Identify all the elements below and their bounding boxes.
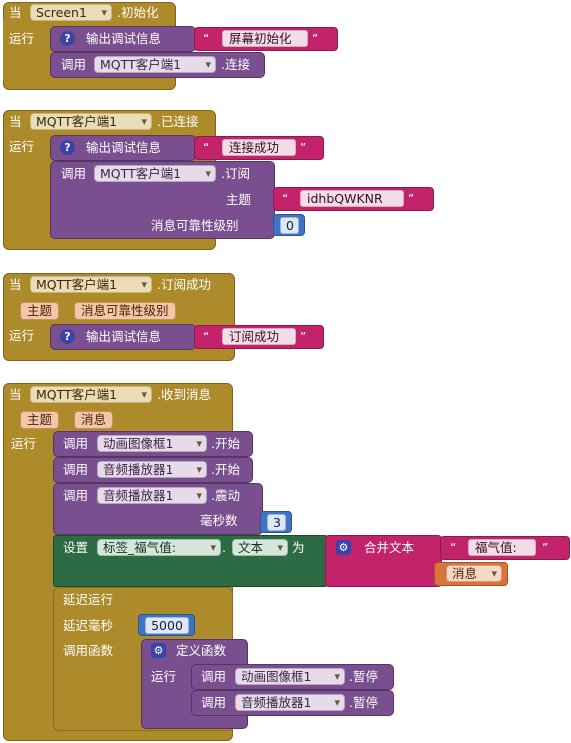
string-value[interactable]: 订阅成功 <box>222 328 296 345</box>
close-quote-icon: ” <box>300 141 307 155</box>
component-dropdown-mqtt[interactable]: MQTT客户端1 <box>30 386 152 403</box>
param-topic[interactable]: 主题 <box>20 302 60 320</box>
print-debug-label: 输出调试信息 <box>86 329 162 344</box>
qos-number-value[interactable]: 0 <box>280 217 299 234</box>
event-name: .已连接 <box>157 114 199 129</box>
topic-string-value[interactable]: idhbQWKNR <box>300 190 404 207</box>
open-quote-icon: “ <box>282 192 289 206</box>
open-quote-icon: “ <box>203 141 210 155</box>
inner-do-label: 运行 <box>151 669 177 684</box>
open-quote-icon: “ <box>203 330 210 344</box>
qos-arg-label: 消息可靠性级别 <box>151 218 239 233</box>
call-label: 调用 <box>63 488 89 503</box>
component-dropdown-animation[interactable]: 动画图像框1 <box>97 435 207 452</box>
topic-arg-label: 主题 <box>226 192 252 207</box>
string-value[interactable]: 连接成功 <box>222 139 296 156</box>
component-dropdown-mqtt[interactable]: MQTT客户端1 <box>30 113 152 130</box>
delay-ms-label: 延迟毫秒 <box>63 618 114 633</box>
component-dropdown-label[interactable]: 标签_福气值: <box>97 539 221 556</box>
call-label: 调用 <box>201 695 227 710</box>
do-label: 运行 <box>9 328 35 343</box>
print-debug-label: 输出调试信息 <box>86 31 162 46</box>
delay-number-value[interactable]: 5000 <box>145 617 189 634</box>
help-question-icon[interactable]: ? <box>60 140 75 155</box>
call-label: 调用 <box>61 57 87 72</box>
open-quote-icon: “ <box>203 32 210 46</box>
event-block-screen1-body-pad <box>3 20 48 80</box>
call-label: 调用 <box>63 462 89 477</box>
help-question-icon[interactable]: ? <box>60 329 75 344</box>
do-label: 运行 <box>9 31 35 46</box>
do-label: 运行 <box>11 436 37 451</box>
ms-number-value[interactable]: 3 <box>267 514 286 531</box>
dot-separator: . <box>222 540 226 555</box>
call-label: 调用 <box>63 436 89 451</box>
variable-dropdown-message[interactable]: 消息 <box>446 565 502 582</box>
call-label: 调用 <box>201 669 227 684</box>
event-name: .收到消息 <box>157 387 211 402</box>
component-dropdown-audio[interactable]: 音频播放器1 <box>97 487 207 504</box>
close-quote-icon: ” <box>300 330 307 344</box>
event-name: .订阅成功 <box>157 277 211 292</box>
close-quote-icon: ” <box>542 541 549 555</box>
gear-icon[interactable]: ⚙ <box>151 643 166 658</box>
method-name: .连接 <box>221 57 250 72</box>
component-dropdown-mqtt[interactable]: MQTT客户端1 <box>94 165 216 182</box>
method-name: .震动 <box>211 488 240 503</box>
join-string-value[interactable]: 福气值: <box>468 539 536 556</box>
close-quote-icon: ” <box>408 192 415 206</box>
when-label: 当 <box>9 277 22 292</box>
call-label: 调用 <box>61 166 87 181</box>
property-dropdown-text[interactable]: 文本 <box>232 539 288 556</box>
close-quote-icon: ” <box>312 32 319 46</box>
help-question-icon[interactable]: ? <box>60 31 75 46</box>
when-label: 当 <box>9 387 22 402</box>
print-debug-label: 输出调试信息 <box>86 140 162 155</box>
when-label: 当 <box>9 114 22 129</box>
gear-icon[interactable]: ⚙ <box>336 540 351 555</box>
to-label: 为 <box>292 540 305 555</box>
when-label: 当 <box>9 5 22 20</box>
call-function-label: 调用函数 <box>63 643 114 658</box>
method-name: .订阅 <box>221 166 250 181</box>
delay-label: 延迟运行 <box>63 592 114 607</box>
component-dropdown-animation[interactable]: 动画图像框1 <box>235 668 345 685</box>
event-name: .初始化 <box>117 5 159 20</box>
component-dropdown-audio[interactable]: 音频播放器1 <box>235 694 345 711</box>
method-name: .开始 <box>211 462 240 477</box>
define-function-label: 定义函数 <box>176 643 227 658</box>
param-message[interactable]: 消息 <box>74 411 114 429</box>
method-name: .暂停 <box>349 669 378 684</box>
join-label: 合并文本 <box>364 540 415 555</box>
open-quote-icon: “ <box>450 541 457 555</box>
set-label: 设置 <box>63 540 89 555</box>
component-dropdown-mqtt[interactable]: MQTT客户端1 <box>30 276 152 293</box>
ms-arg-label: 毫秒数 <box>200 513 238 528</box>
param-qos[interactable]: 消息可靠性级别 <box>74 302 176 320</box>
component-dropdown-screen1[interactable]: Screen1 <box>30 4 112 21</box>
component-dropdown-audio[interactable]: 音频播放器1 <box>97 461 207 478</box>
param-topic[interactable]: 主题 <box>20 411 60 429</box>
component-dropdown-mqtt[interactable]: MQTT客户端1 <box>94 56 216 73</box>
method-name: .暂停 <box>349 695 378 710</box>
do-label: 运行 <box>9 139 35 154</box>
string-value[interactable]: 屏幕初始化 <box>222 30 308 47</box>
method-name: .开始 <box>211 436 240 451</box>
